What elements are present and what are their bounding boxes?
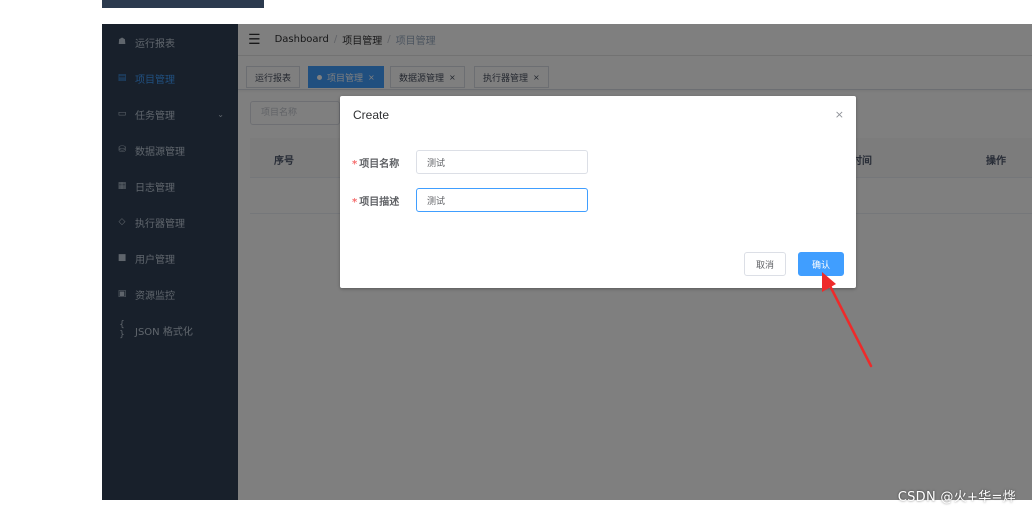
project-name-field[interactable] [416,150,588,174]
required-mark: * [352,158,358,170]
create-project-dialog: Create × *项目名称 *项目描述 取消 确认 [340,96,856,288]
confirm-button[interactable]: 确认 [798,252,844,276]
form-item-project-name: * 项目名称 [352,150,592,174]
project-description-field[interactable] [416,188,588,212]
close-icon[interactable]: × [835,108,844,121]
watermark: CSDN @火+华=烨 [897,490,1016,505]
cancel-button[interactable]: 取消 [744,252,786,276]
field-label: * 项目描述 [352,196,400,208]
required-mark: * [352,196,358,208]
form-item-project-desc: * 项目描述 [352,188,592,212]
top-banner-stub [102,0,264,8]
field-label: * 项目名称 [352,158,400,170]
dialog-title: Create [353,108,390,122]
